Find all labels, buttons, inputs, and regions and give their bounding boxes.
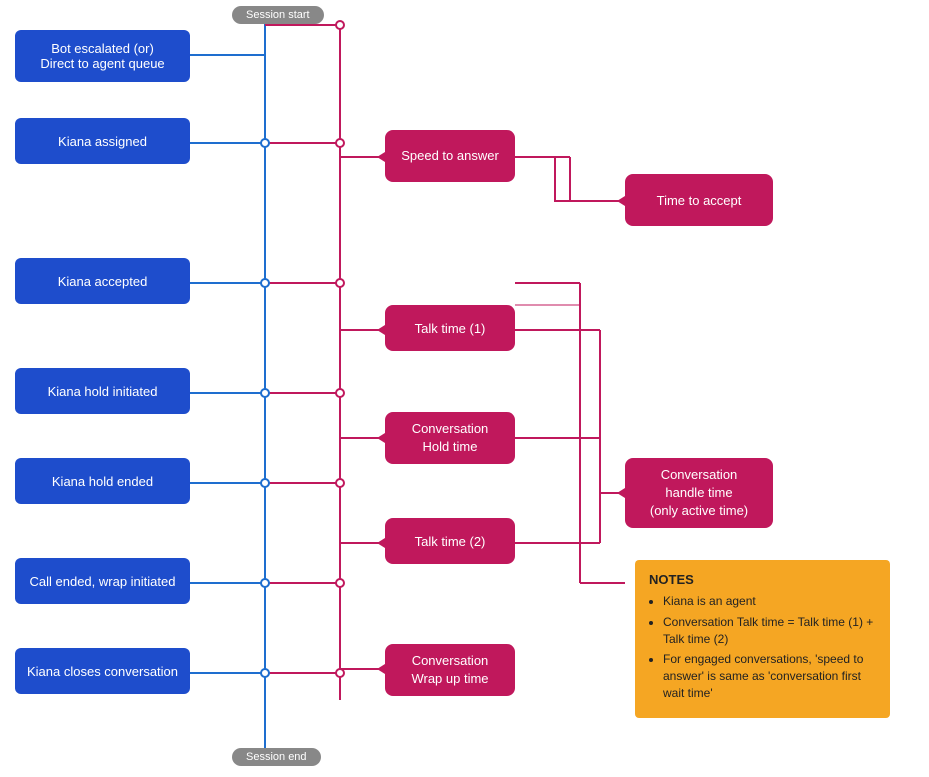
event-call-ended-label: Call ended, wrap initiated xyxy=(30,574,176,589)
event-kiana-hold-initiated-label: Kiana hold initiated xyxy=(48,384,158,399)
event-kiana-assigned-label: Kiana assigned xyxy=(58,134,147,149)
metric-time-to-accept: Time to accept xyxy=(625,174,773,226)
metric-talk-time-1: Talk time (1) xyxy=(385,305,515,351)
metric-speed-to-answer: Speed to answer xyxy=(385,130,515,182)
metric-conv-handle-time: Conversation handle time (only active ti… xyxy=(625,458,773,528)
event-kiana-closes: Kiana closes conversation xyxy=(15,648,190,694)
event-bot-escalated-label: Bot escalated (or) Direct to agent queue xyxy=(40,41,164,71)
event-kiana-hold-initiated: Kiana hold initiated xyxy=(15,368,190,414)
notes-list: Kiana is an agent Conversation Talk time… xyxy=(649,593,876,702)
metric-conv-handle-time-label: Conversation handle time (only active ti… xyxy=(650,466,748,521)
notes-box: NOTES Kiana is an agent Conversation Tal… xyxy=(635,560,890,718)
metric-conv-wrap-up-label: Conversation Wrap up time xyxy=(411,652,488,688)
notes-item-2: Conversation Talk time = Talk time (1) +… xyxy=(663,614,876,648)
metric-conv-hold-time: Conversation Hold time xyxy=(385,412,515,464)
metric-time-to-accept-label: Time to accept xyxy=(657,193,742,208)
notes-title: NOTES xyxy=(649,572,876,587)
metric-speed-to-answer-label: Speed to answer xyxy=(401,148,499,165)
event-kiana-closes-label: Kiana closes conversation xyxy=(27,664,178,679)
session-start-label: Session start xyxy=(232,6,324,24)
metric-talk-time-1-label: Talk time (1) xyxy=(415,321,486,336)
session-end-label: Session end xyxy=(232,748,321,766)
metric-talk-time-2: Talk time (2) xyxy=(385,518,515,564)
metric-conv-hold-time-label: Conversation Hold time xyxy=(412,420,489,456)
event-kiana-hold-ended: Kiana hold ended xyxy=(15,458,190,504)
diagram-container: Session start Session end Bot escalated … xyxy=(0,0,929,777)
metric-conv-wrap-up: Conversation Wrap up time xyxy=(385,644,515,696)
notes-item-3: For engaged conversations, 'speed to ans… xyxy=(663,651,876,701)
event-kiana-hold-ended-label: Kiana hold ended xyxy=(52,474,153,489)
notes-item-1: Kiana is an agent xyxy=(663,593,876,610)
event-bot-escalated: Bot escalated (or) Direct to agent queue xyxy=(15,30,190,82)
event-kiana-accepted-label: Kiana accepted xyxy=(58,274,148,289)
event-kiana-accepted: Kiana accepted xyxy=(15,258,190,304)
metric-talk-time-2-label: Talk time (2) xyxy=(415,534,486,549)
event-call-ended: Call ended, wrap initiated xyxy=(15,558,190,604)
event-kiana-assigned: Kiana assigned xyxy=(15,118,190,164)
